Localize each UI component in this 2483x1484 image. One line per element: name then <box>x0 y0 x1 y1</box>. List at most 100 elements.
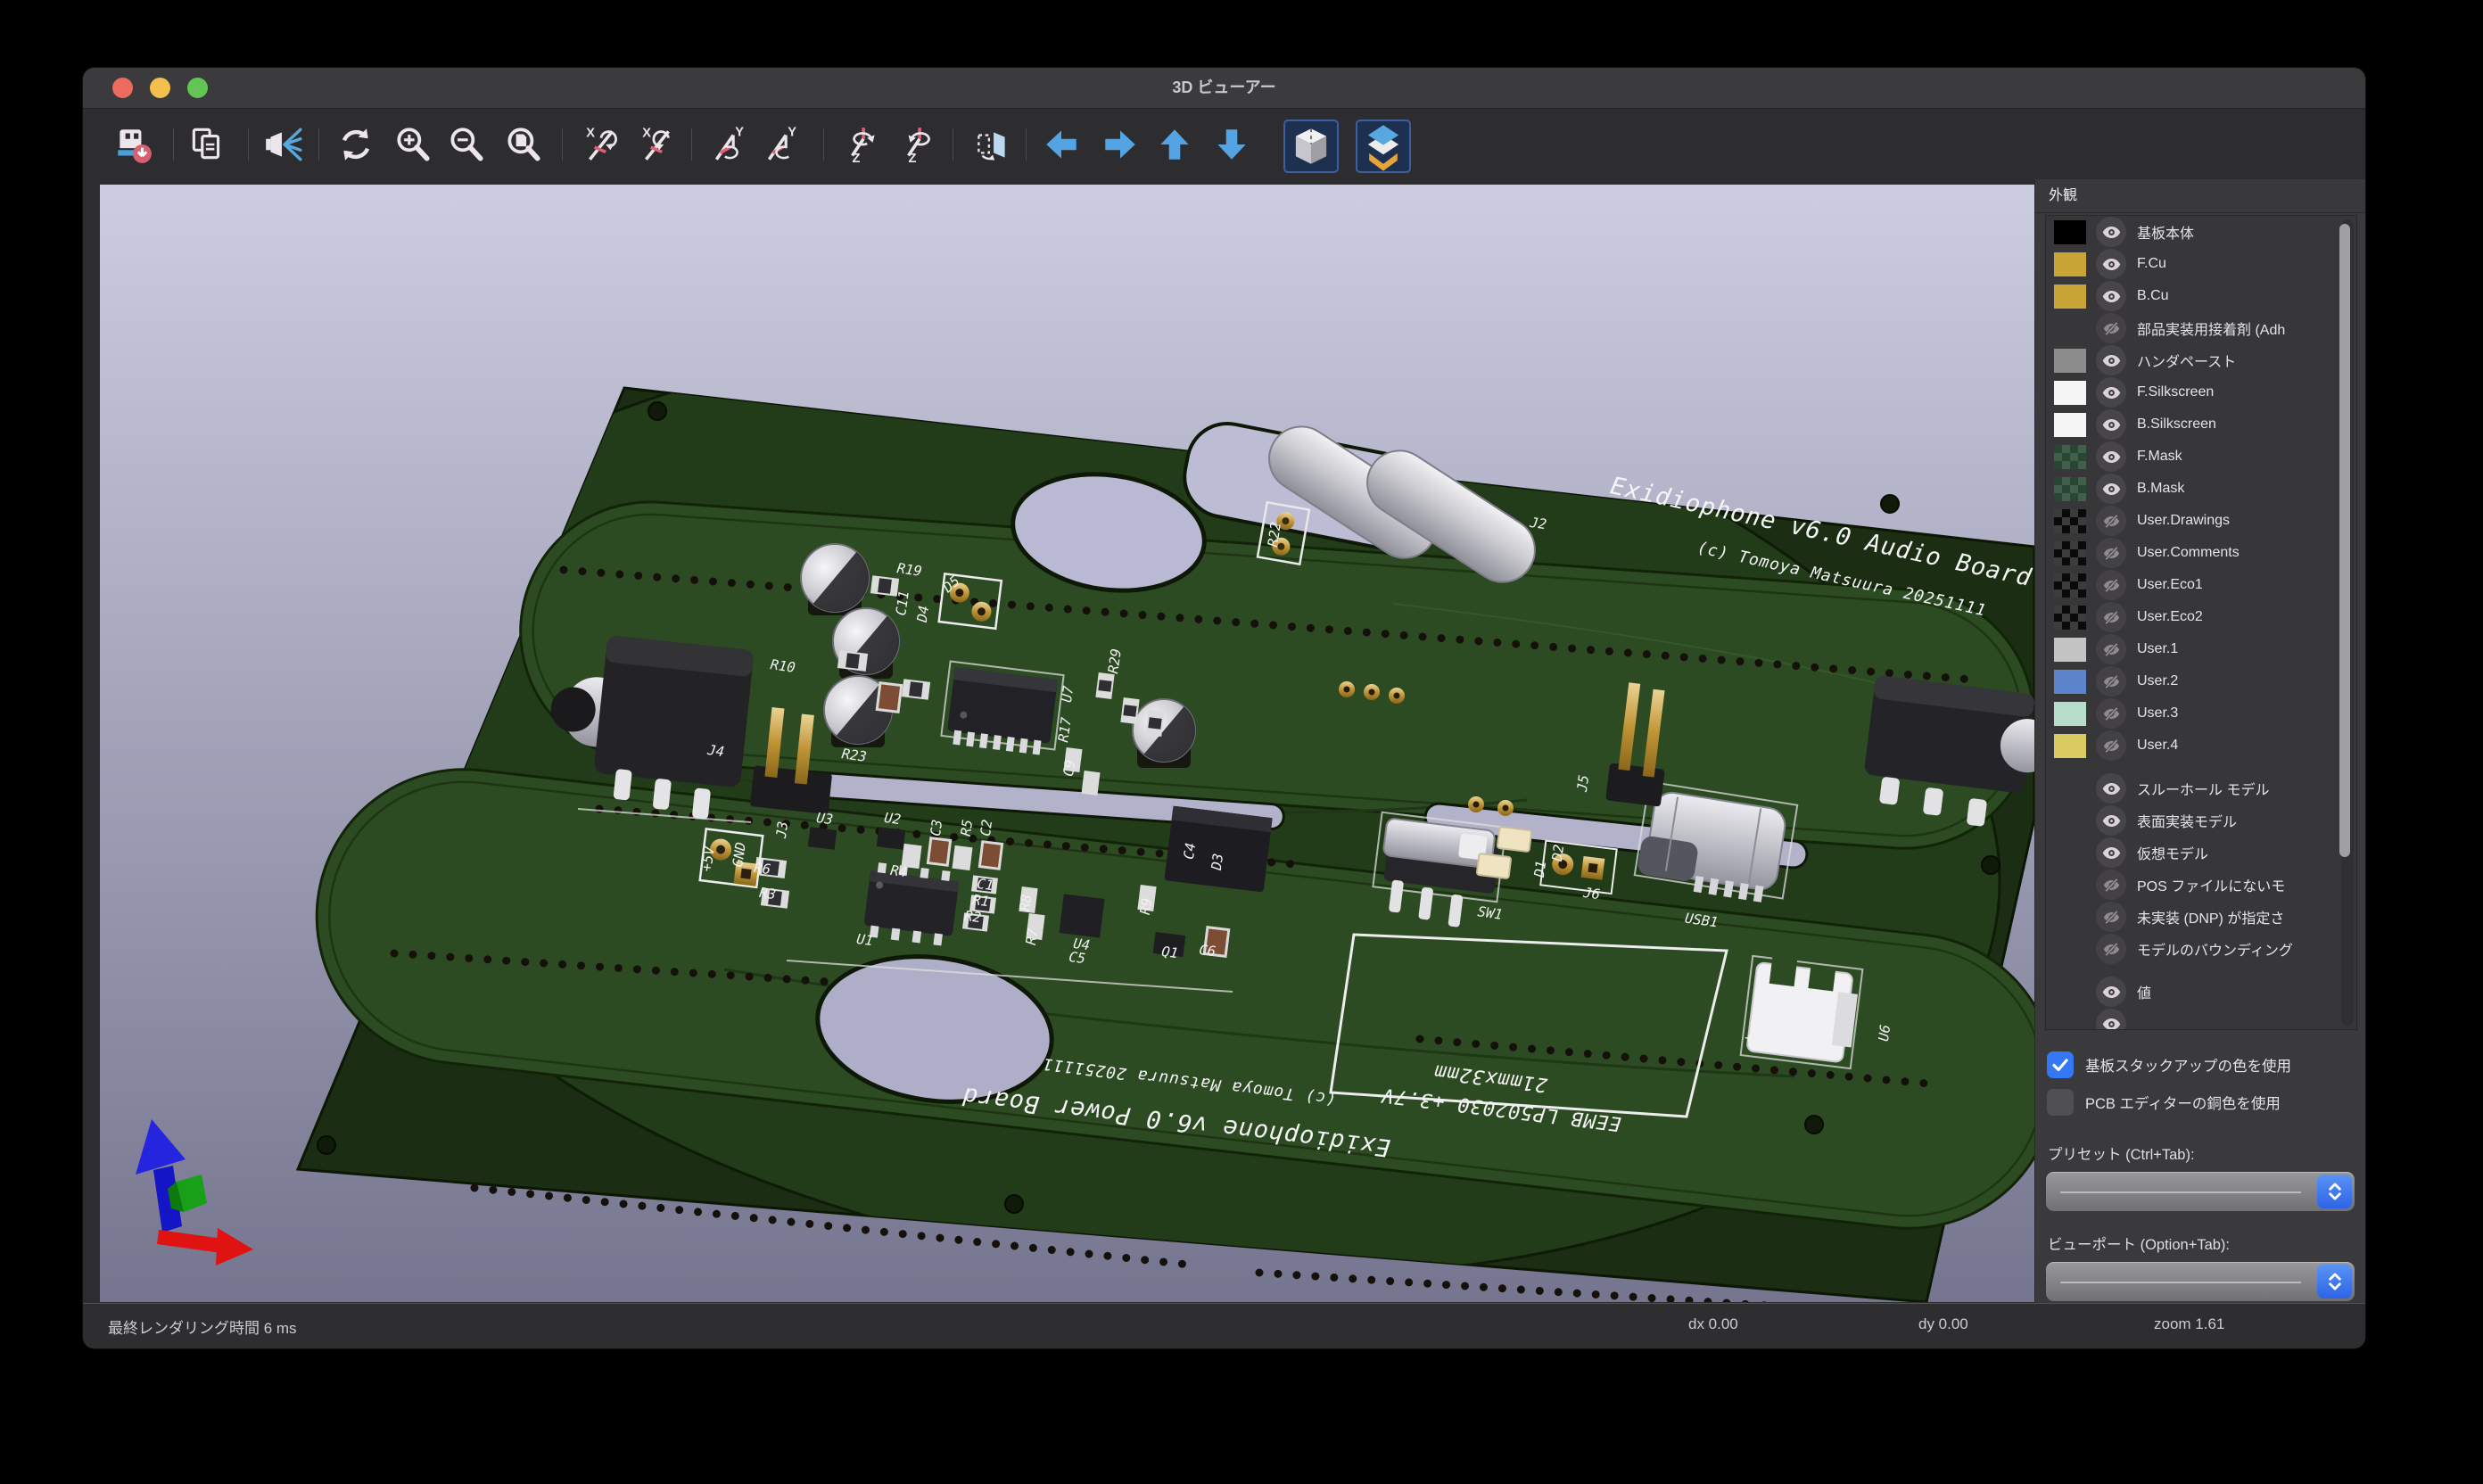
toolbar-separator <box>173 128 174 161</box>
rotate-y-clockwise-button[interactable]: Y <box>708 123 751 166</box>
pan-up-button[interactable] <box>1153 123 1196 166</box>
layer-color-swatch[interactable] <box>2054 670 2086 694</box>
export-board-image-button[interactable] <box>111 123 154 166</box>
visibility-eye-off-icon[interactable] <box>2096 870 2126 900</box>
svg-text:J4: J4 <box>705 742 725 761</box>
visibility-eye-off-icon[interactable] <box>2096 666 2126 697</box>
svg-text:R7: R7 <box>1023 927 1042 946</box>
zoom-out-button[interactable] <box>445 123 488 166</box>
rotate-x-counterclockwise-button[interactable]: X <box>637 123 680 166</box>
toolbar-separator <box>823 128 824 161</box>
layers-list-panel[interactable]: 基板本体F.CuB.Cu部品実装用接着剤 (AdhハンダペーストF.Silksc… <box>2045 215 2357 1030</box>
visibility-eye-icon[interactable] <box>2096 773 2126 804</box>
layer-color-swatch[interactable] <box>2054 284 2086 309</box>
visibility-eye-off-icon[interactable] <box>2096 602 2126 632</box>
preset-combobox[interactable] <box>2046 1172 2355 1211</box>
visibility-eye-off-icon[interactable] <box>2096 698 2126 729</box>
use-stackup-colors-checkbox[interactable] <box>2047 1051 2074 1078</box>
visibility-eye-icon[interactable] <box>2096 409 2126 440</box>
zoom-status: zoom 1.61 <box>2154 1315 2224 1333</box>
layer-color-swatch[interactable] <box>2054 702 2086 726</box>
layer-color-swatch[interactable] <box>2054 541 2086 565</box>
visibility-eye-icon[interactable] <box>2096 217 2126 247</box>
visibility-eye-icon[interactable] <box>2096 345 2126 375</box>
visibility-eye-icon[interactable] <box>2096 474 2126 504</box>
visibility-eye-off-icon[interactable] <box>2096 538 2126 568</box>
rotate-z-counterclockwise-button[interactable]: Z <box>896 123 939 166</box>
layer-label: 部品実装用接着剤 (Adh <box>2137 317 2285 339</box>
rotate-x-clockwise-button[interactable]: X <box>581 123 623 166</box>
svg-text:D1: D1 <box>1531 860 1550 879</box>
visibility-eye-off-icon[interactable] <box>2096 313 2126 343</box>
layer-color-swatch[interactable] <box>2054 349 2086 373</box>
3d-viewport-canvas[interactable]: R19C11D4D5R10R23J4U7R29R17C9J2R22J5J6SW1… <box>100 185 2034 1302</box>
layer-color-swatch[interactable] <box>2054 381 2086 405</box>
layer-row: B.Cu <box>2046 280 2356 312</box>
stepper-icon[interactable] <box>2317 1175 2352 1208</box>
svg-text:J2: J2 <box>1528 515 1547 533</box>
layer-label: User.2 <box>2137 673 2178 689</box>
visibility-eye-off-icon[interactable] <box>2096 934 2126 964</box>
copy-image-button[interactable] <box>186 123 228 166</box>
layer-label: User.4 <box>2137 738 2178 754</box>
layer-label: 値 <box>2137 981 2151 1002</box>
flip-board-button[interactable] <box>970 123 1013 166</box>
zoom-to-fit-button[interactable] <box>502 123 545 166</box>
layer-color-swatch[interactable] <box>2054 509 2086 533</box>
render-raytracing-button[interactable] <box>261 123 304 166</box>
pan-right-button[interactable] <box>1099 123 1142 166</box>
layer-label: User.Drawings <box>2137 513 2230 529</box>
layer-color-swatch[interactable] <box>2054 638 2086 662</box>
layer-label: 未実装 (DNP) が指定さ <box>2137 906 2284 928</box>
layer-row: 表面実装モデル <box>2046 804 2356 837</box>
visibility-eye-icon[interactable] <box>2096 805 2126 836</box>
visibility-eye-off-icon[interactable] <box>2096 902 2126 932</box>
svg-text:D4: D4 <box>914 605 933 624</box>
layer-color-swatch[interactable] <box>2054 445 2086 469</box>
layer-row: User.Eco1 <box>2046 569 2356 601</box>
svg-text:C3: C3 <box>928 819 945 837</box>
layer-color-swatch[interactable] <box>2054 734 2086 758</box>
layer-color-swatch[interactable] <box>2054 477 2086 501</box>
layer-color-swatch[interactable] <box>2054 573 2086 598</box>
visibility-eye-icon[interactable] <box>2096 249 2126 279</box>
layer-row: User.4 <box>2046 730 2356 762</box>
use-stackup-colors-row[interactable]: 基板スタックアップの色を使用 <box>2035 1046 2365 1084</box>
zoom-in-button[interactable] <box>392 123 434 166</box>
layer-label: User.Eco2 <box>2137 609 2203 625</box>
pan-down-button[interactable] <box>1210 123 1253 166</box>
visibility-eye-off-icon[interactable] <box>2096 506 2126 536</box>
use-pcb-editor-copper-checkbox[interactable] <box>2047 1089 2074 1116</box>
layer-color-swatch[interactable] <box>2054 220 2086 244</box>
visibility-eye-icon[interactable] <box>2096 377 2126 408</box>
rotate-y-counterclockwise-button[interactable]: Y <box>761 123 804 166</box>
layer-row: F.Silkscreen <box>2046 376 2356 408</box>
layer-row: User.Comments <box>2046 537 2356 569</box>
layer-color-swatch[interactable] <box>2054 413 2086 437</box>
scrollbar-thumb[interactable] <box>2339 224 2350 857</box>
titlebar[interactable]: 3D ビューアー <box>83 68 2365 109</box>
scrollbar-track[interactable] <box>2341 219 2354 1026</box>
rotate-z-clockwise-button[interactable]: Z <box>840 123 883 166</box>
use-pcb-editor-copper-row[interactable]: PCB エディターの銅色を使用 <box>2035 1084 2365 1121</box>
visibility-eye-icon[interactable] <box>2096 1009 2126 1030</box>
pan-left-button[interactable] <box>1040 123 1083 166</box>
visibility-eye-off-icon[interactable] <box>2096 570 2126 600</box>
stepper-icon[interactable] <box>2317 1265 2352 1298</box>
layer-label: モデルのバウンディング <box>2137 938 2293 960</box>
viewport-combobox[interactable] <box>2046 1262 2355 1301</box>
layer-color-swatch[interactable] <box>2054 252 2086 276</box>
layer-color-swatch[interactable] <box>2054 606 2086 630</box>
orthographic-projection-toggle[interactable] <box>1283 120 1339 173</box>
visibility-eye-icon[interactable] <box>2096 977 2126 1007</box>
component-u4 <box>1059 894 1104 937</box>
appearance-layers-toggle[interactable] <box>1356 120 1411 173</box>
redraw-view-button[interactable] <box>334 123 377 166</box>
toolbar-separator <box>1026 128 1027 161</box>
visibility-eye-off-icon[interactable] <box>2096 634 2126 664</box>
visibility-eye-off-icon[interactable] <box>2096 730 2126 761</box>
visibility-eye-icon[interactable] <box>2096 837 2126 868</box>
svg-text:U1: U1 <box>855 931 874 949</box>
visibility-eye-icon[interactable] <box>2096 281 2126 311</box>
visibility-eye-icon[interactable] <box>2096 441 2126 472</box>
